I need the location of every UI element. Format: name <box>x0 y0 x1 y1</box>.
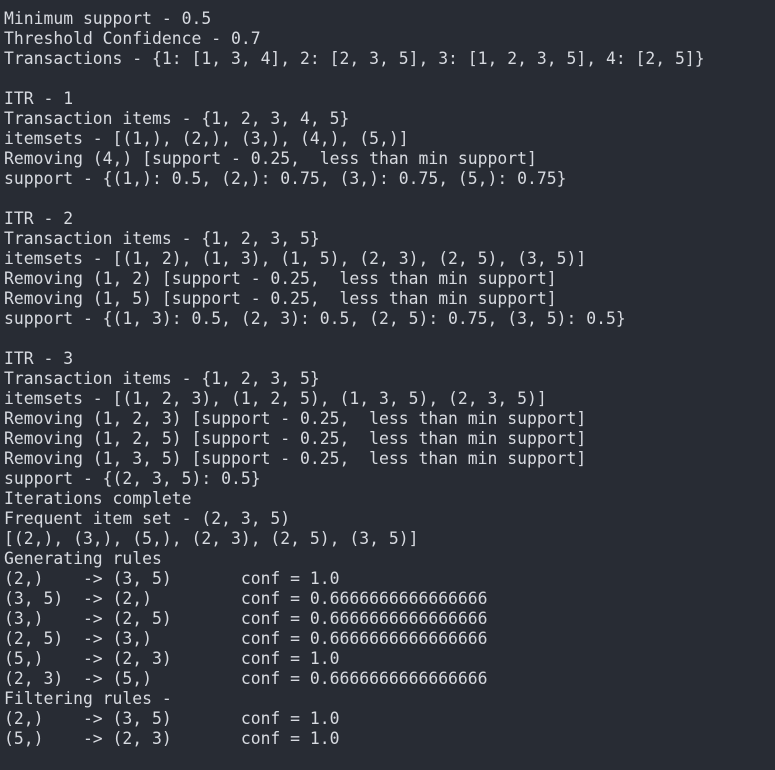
rule-line: (5,) -> (2, 3) conf = 1.0 <box>4 649 340 668</box>
output-line: itemsets - [(1, 2, 3), (1, 2, 5), (1, 3,… <box>4 389 547 408</box>
output-line: ITR - 2 <box>4 209 74 228</box>
output-line: Frequent item set - (2, 3, 5) <box>4 509 291 528</box>
rule-line: (2,) -> (3, 5) conf = 1.0 <box>4 569 340 588</box>
output-line: [(2,), (3,), (5,), (2, 3), (2, 5), (3, 5… <box>4 529 419 548</box>
output-line: ITR - 3 <box>4 349 74 368</box>
output-line: Generating rules <box>4 549 162 568</box>
terminal-output: Minimum support - 0.5 Threshold Confiden… <box>0 0 775 770</box>
rule-line: (2, 5) -> (3,) conf = 0.6666666666666666 <box>4 629 488 648</box>
output-line: Removing (1, 2, 5) [support - 0.25, less… <box>4 429 587 448</box>
output-line: Removing (1, 3, 5) [support - 0.25, less… <box>4 449 587 468</box>
rule-line: (2, 3) -> (5,) conf = 0.6666666666666666 <box>4 669 488 688</box>
output-line: Transaction items - {1, 2, 3, 5} <box>4 369 320 388</box>
output-line: ITR - 1 <box>4 89 74 108</box>
output-line: Transaction items - {1, 2, 3, 5} <box>4 229 320 248</box>
output-line: support - {(2, 3, 5): 0.5} <box>4 469 261 488</box>
output-line: Minimum support - 0.5 <box>4 9 212 28</box>
rule-line: (3,) -> (2, 5) conf = 0.6666666666666666 <box>4 609 488 628</box>
rule-line: (5,) -> (2, 3) conf = 1.0 <box>4 729 340 748</box>
output-line: Iterations complete <box>4 489 192 508</box>
rule-line: (2,) -> (3, 5) conf = 1.0 <box>4 709 340 728</box>
output-line: itemsets - [(1,), (2,), (3,), (4,), (5,)… <box>4 129 409 148</box>
output-line: Filtering rules - <box>4 689 172 708</box>
output-line: Transactions - {1: [1, 3, 4], 2: [2, 3, … <box>4 49 705 68</box>
output-line: itemsets - [(1, 2), (1, 3), (1, 5), (2, … <box>4 249 587 268</box>
output-line: support - {(1,): 0.5, (2,): 0.75, (3,): … <box>4 169 567 188</box>
output-line: support - {(1, 3): 0.5, (2, 3): 0.5, (2,… <box>4 309 626 328</box>
output-line: Removing (1, 2, 3) [support - 0.25, less… <box>4 409 587 428</box>
output-line: Threshold Confidence - 0.7 <box>4 29 261 48</box>
output-line: Removing (1, 2) [support - 0.25, less th… <box>4 269 557 288</box>
output-line: Removing (1, 5) [support - 0.25, less th… <box>4 289 557 308</box>
output-line: Transaction items - {1, 2, 3, 4, 5} <box>4 109 350 128</box>
rule-line: (3, 5) -> (2,) conf = 0.6666666666666666 <box>4 589 488 608</box>
output-line: Removing (4,) [support - 0.25, less than… <box>4 149 537 168</box>
